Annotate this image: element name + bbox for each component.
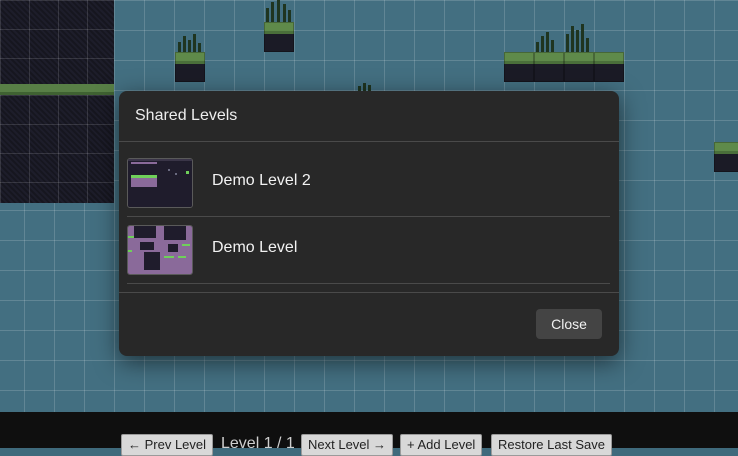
modal-header-divider [119, 141, 619, 142]
grass-platform [175, 52, 205, 82]
level-name: Demo Level [212, 239, 298, 256]
level-thumbnail [127, 158, 193, 208]
level-toolbar: ← Prev Level Level 1 / 1 Next Level → + … [0, 412, 738, 456]
modal-footer-divider [119, 292, 619, 293]
grass-platform [564, 52, 594, 82]
dark-block-region [0, 95, 114, 203]
restore-last-save-button[interactable]: Restore Last Save [491, 434, 612, 456]
close-button[interactable]: Close [536, 309, 602, 339]
level-list-item[interactable]: Demo Level [127, 217, 610, 284]
grass-platform [534, 52, 564, 82]
level-indicator: Level 1 / 1 [221, 435, 295, 452]
grass-platform [504, 52, 534, 82]
next-level-button[interactable]: Next Level → [301, 434, 394, 456]
level-list-item[interactable]: Demo Level 2 [127, 150, 610, 217]
grass-platform [264, 22, 294, 52]
shared-levels-modal: Shared Levels Demo Level 2 Demo Level Cl… [119, 91, 619, 356]
level-name: Demo Level 2 [212, 172, 311, 189]
dark-block-region [0, 0, 114, 86]
level-thumbnail [127, 225, 193, 275]
grass-platform [594, 52, 624, 82]
add-level-button[interactable]: + Add Level [400, 434, 483, 456]
prev-level-button[interactable]: ← Prev Level [121, 434, 214, 456]
modal-title: Shared Levels [135, 107, 238, 124]
grass-platform [714, 142, 738, 172]
